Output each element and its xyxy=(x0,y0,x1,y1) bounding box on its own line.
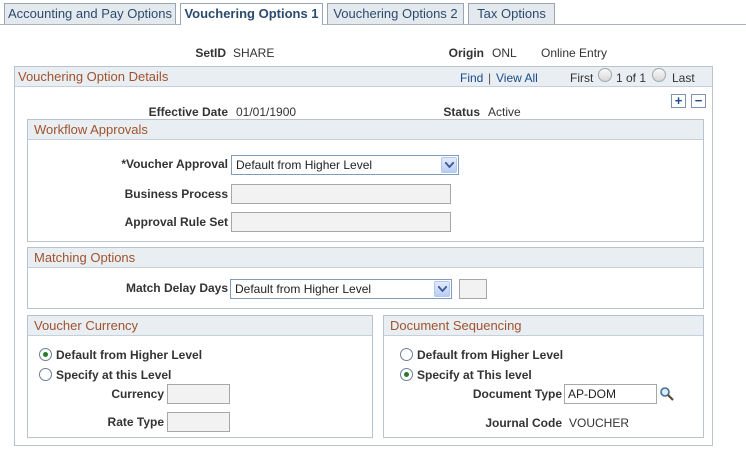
section-title: Voucher Currency xyxy=(34,318,139,333)
journal-code-label: Journal Code xyxy=(485,416,562,430)
business-process-label: Business Process xyxy=(124,187,228,201)
last-label: Last xyxy=(672,71,695,85)
currency-input[interactable] xyxy=(167,384,230,404)
section-title: Vouchering Option Details xyxy=(18,69,169,84)
search-icon[interactable] xyxy=(659,386,675,402)
currency-label: Currency xyxy=(111,387,164,401)
currency-specify-radio[interactable] xyxy=(39,368,52,381)
status-value: Active xyxy=(488,105,521,119)
matching-options-box: Matching Options xyxy=(27,247,704,309)
currency-default-label: Default from Higher Level xyxy=(56,348,203,362)
matching-options-header: Matching Options xyxy=(28,248,703,268)
tab-label: Accounting and Pay Options xyxy=(7,6,173,21)
effective-date-label: Effective Date xyxy=(148,105,228,119)
section-title: Workflow Approvals xyxy=(34,122,148,137)
origin-label: Origin xyxy=(448,46,484,60)
sequencing-specify-label: Specify at This level xyxy=(417,368,532,382)
tab-label: Vouchering Options 1 xyxy=(184,6,319,21)
setid-label: SetID xyxy=(195,46,226,60)
document-type-label: Document Type xyxy=(472,387,562,401)
origin-code: ONL xyxy=(492,46,517,60)
nav-separator: | xyxy=(488,71,492,85)
document-sequencing-header: Document Sequencing xyxy=(384,316,703,336)
voucher-approval-label: *Voucher Approval xyxy=(121,157,228,171)
match-delay-days-input[interactable] xyxy=(459,279,487,299)
voucher-approval-select[interactable]: Default from Higher Level xyxy=(231,155,459,175)
select-value: Default from Higher Level xyxy=(236,158,373,172)
effective-date-value: 01/01/1900 xyxy=(236,105,297,119)
rate-type-label: Rate Type xyxy=(107,415,164,429)
section-title: Matching Options xyxy=(34,250,136,265)
currency-specify-label: Specify at this Level xyxy=(56,368,172,382)
find-link[interactable]: Find xyxy=(460,71,483,85)
chevron-down-icon xyxy=(441,157,457,173)
voucher-currency-header: Voucher Currency xyxy=(28,316,372,336)
delete-row-button[interactable]: − xyxy=(691,94,706,108)
tab-label: Vouchering Options 2 xyxy=(333,6,458,21)
sequencing-default-radio[interactable] xyxy=(400,348,413,361)
setid-value: SHARE xyxy=(233,46,275,60)
currency-default-radio[interactable] xyxy=(39,348,52,361)
match-delay-days-select[interactable]: Default from Higher Level xyxy=(230,279,452,299)
document-type-input[interactable]: AP-DOM xyxy=(564,384,657,404)
view-all-link[interactable]: View All xyxy=(496,71,538,85)
match-delay-days-label: Match Delay Days xyxy=(125,281,228,295)
rate-type-input[interactable] xyxy=(167,412,230,432)
page-count: 1 of 1 xyxy=(616,71,647,85)
tab-vouchering-options-1[interactable]: Vouchering Options 1 xyxy=(180,3,323,25)
tab-label: Tax Options xyxy=(477,6,546,21)
sequencing-default-label: Default from Higher Level xyxy=(417,348,564,362)
select-value: Default from Higher Level xyxy=(235,282,372,296)
first-label: First xyxy=(570,71,594,85)
tab-bar-line xyxy=(0,24,746,25)
chevron-down-icon xyxy=(434,281,450,297)
origin-description: Online Entry xyxy=(541,46,608,60)
add-row-button[interactable]: + xyxy=(671,94,686,108)
first-arrow-icon[interactable] xyxy=(598,68,612,82)
status-label: Status xyxy=(443,105,480,119)
business-process-input[interactable] xyxy=(231,184,451,204)
section-title: Document Sequencing xyxy=(390,318,522,333)
workflow-approvals-header: Workflow Approvals xyxy=(28,120,703,140)
last-arrow-icon[interactable] xyxy=(652,68,666,82)
tab-accounting-pay-options[interactable]: Accounting and Pay Options xyxy=(4,3,176,24)
approval-rule-set-label: Approval Rule Set xyxy=(124,215,228,229)
tab-tax-options[interactable]: Tax Options xyxy=(468,3,555,24)
sequencing-specify-radio[interactable] xyxy=(400,368,413,381)
approval-rule-set-input[interactable] xyxy=(231,212,451,232)
journal-code-value: VOUCHER xyxy=(569,416,630,430)
tab-vouchering-options-2[interactable]: Vouchering Options 2 xyxy=(327,3,464,24)
